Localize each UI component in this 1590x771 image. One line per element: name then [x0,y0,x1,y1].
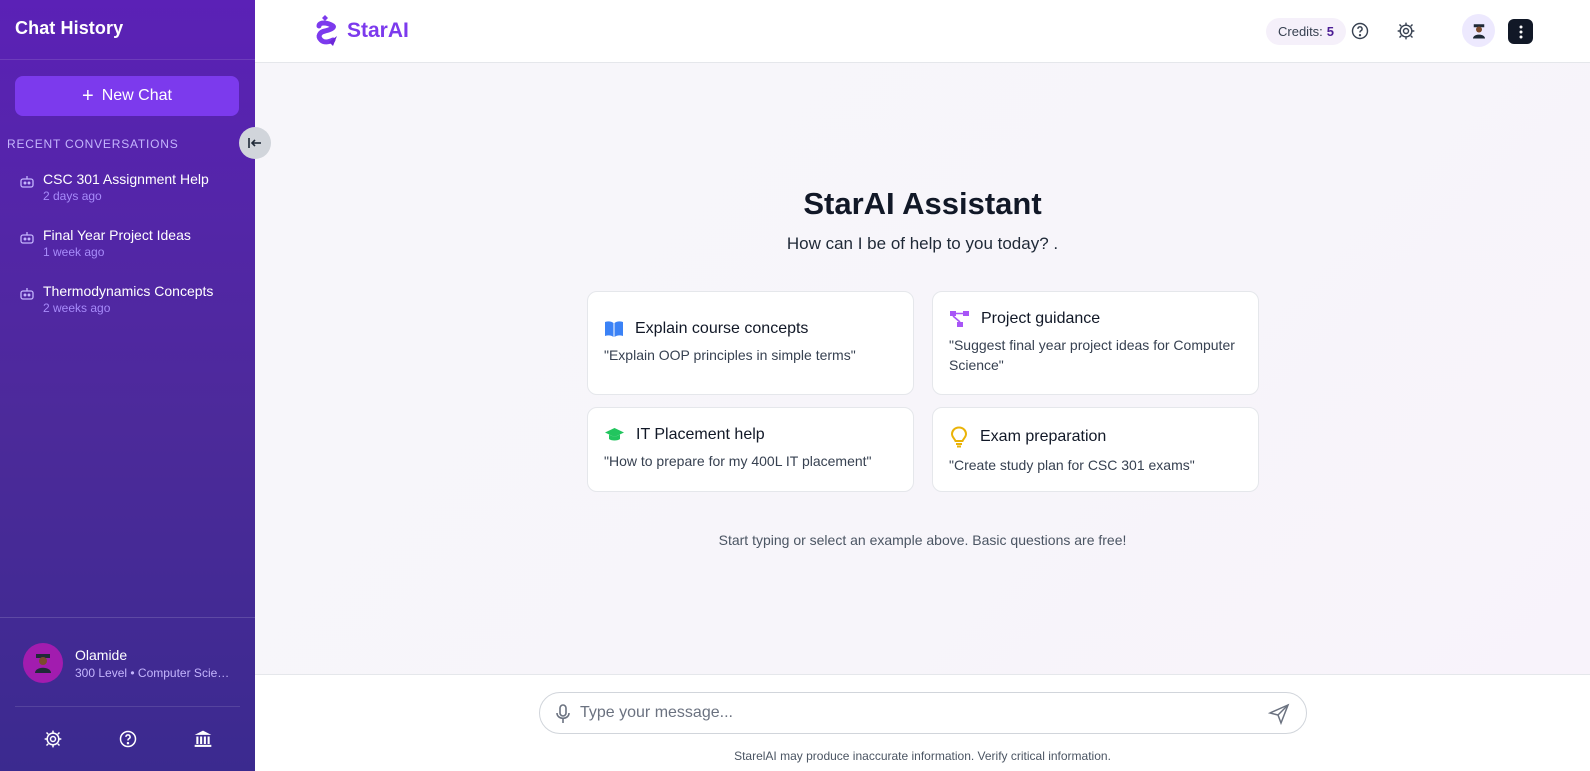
collapse-sidebar-button[interactable] [239,127,271,159]
chat-history-sidebar: Chat History + New Chat RECENT CONVERSAT… [0,0,255,771]
card-example: "Suggest final year project ideas for Co… [949,337,1235,373]
message-composer: StarelAI may produce inaccurate informat… [255,674,1590,771]
settings-icon[interactable] [42,728,64,750]
conversation-item[interactable]: Thermodynamics Concepts 2 weeks ago [0,278,255,334]
send-icon[interactable] [1268,703,1290,725]
credits-label: Credits: [1278,24,1323,39]
card-example: "Explain OOP principles in simple terms" [604,347,856,363]
brand-logo[interactable]: StarAI [313,14,409,48]
assistant-subtitle: How can I be of help to you today? . [786,234,1059,253]
more-menu-button[interactable] [1508,19,1533,44]
conversation-title: Thermodynamics Concepts [43,283,214,299]
user-profile: Olamide 300 Level • Computer Science [0,617,255,705]
brand-name: StarAI [347,19,409,42]
new-chat-button[interactable]: + New Chat [15,76,239,116]
sidebar-header: Chat History [0,0,255,60]
message-input[interactable] [580,693,1250,733]
book-icon [605,321,623,337]
user-avatar-icon [1472,23,1485,38]
example-card-project-guidance[interactable]: Project guidance "Suggest final year pro… [932,291,1259,395]
card-title: Project guidance [981,310,1101,327]
main-content: StarAI Assistant How can I be of help to… [255,63,1590,674]
lightbulb-icon [950,426,968,448]
settings-icon[interactable] [1395,20,1417,42]
card-example: "Create study plan for CSC 301 exams" [949,457,1195,473]
robot-icon [20,176,34,188]
conversation-title: Final Year Project Ideas [43,227,191,243]
credits-value: 5 [1326,24,1335,39]
help-icon[interactable] [117,728,139,750]
robot-icon [20,232,34,244]
disclaimer-text: StarelAI may produce inaccurate informat… [734,749,1111,763]
card-title: Exam preparation [980,428,1107,445]
conversation-item[interactable]: Final Year Project Ideas 1 week ago [0,222,255,278]
diagram-icon [950,311,969,327]
example-card-exam-preparation[interactable]: Exam preparation "Create study plan for … [932,407,1259,492]
robot-icon [20,288,34,300]
conversation-title: CSC 301 Assignment Help [43,171,209,187]
card-title: Explain course concepts [635,320,809,337]
credits-badge: Credits: 5 [1266,18,1347,45]
sidebar-footer [15,706,240,771]
avatar[interactable] [23,643,63,683]
example-card-it-placement[interactable]: IT Placement help "How to prepare for my… [587,407,914,492]
star-logo-icon [316,15,337,46]
profile-subtitle: 300 Level • Computer Science [75,666,235,680]
conversation-item[interactable]: CSC 301 Assignment Help 2 days ago [0,166,255,222]
institution-icon[interactable] [192,728,214,750]
message-input-container [539,692,1307,734]
conversation-time: 1 week ago [43,245,105,259]
help-icon[interactable] [1349,20,1371,42]
profile-name: Olamide [75,647,128,663]
conversation-time: 2 weeks ago [43,301,111,315]
vertical-dots-icon [1519,25,1522,38]
card-title: IT Placement help [636,426,765,443]
example-card-course-concepts[interactable]: Explain course concepts "Explain OOP pri… [587,291,914,395]
start-hint: Start typing or select an example above.… [718,532,1127,548]
avatar[interactable] [1462,14,1495,47]
card-example: "How to prepare for my 400L IT placement… [604,453,872,469]
conversation-time: 2 days ago [43,189,102,203]
top-bar: StarAI Credits: 5 [255,0,1590,63]
conversation-list: CSC 301 Assignment Help 2 days ago Final… [0,166,255,334]
graduation-cap-icon [605,428,624,441]
microphone-icon[interactable] [554,704,572,724]
new-chat-label: New Chat [101,87,172,104]
user-avatar-icon [35,654,51,673]
plus-icon: + [82,85,94,107]
sidebar-title: Chat History [15,18,124,38]
assistant-title: StarAI Assistant [803,186,1042,221]
collapse-arrow-icon [248,138,261,148]
recent-conversations-label: RECENT CONVERSATIONS [7,137,179,151]
